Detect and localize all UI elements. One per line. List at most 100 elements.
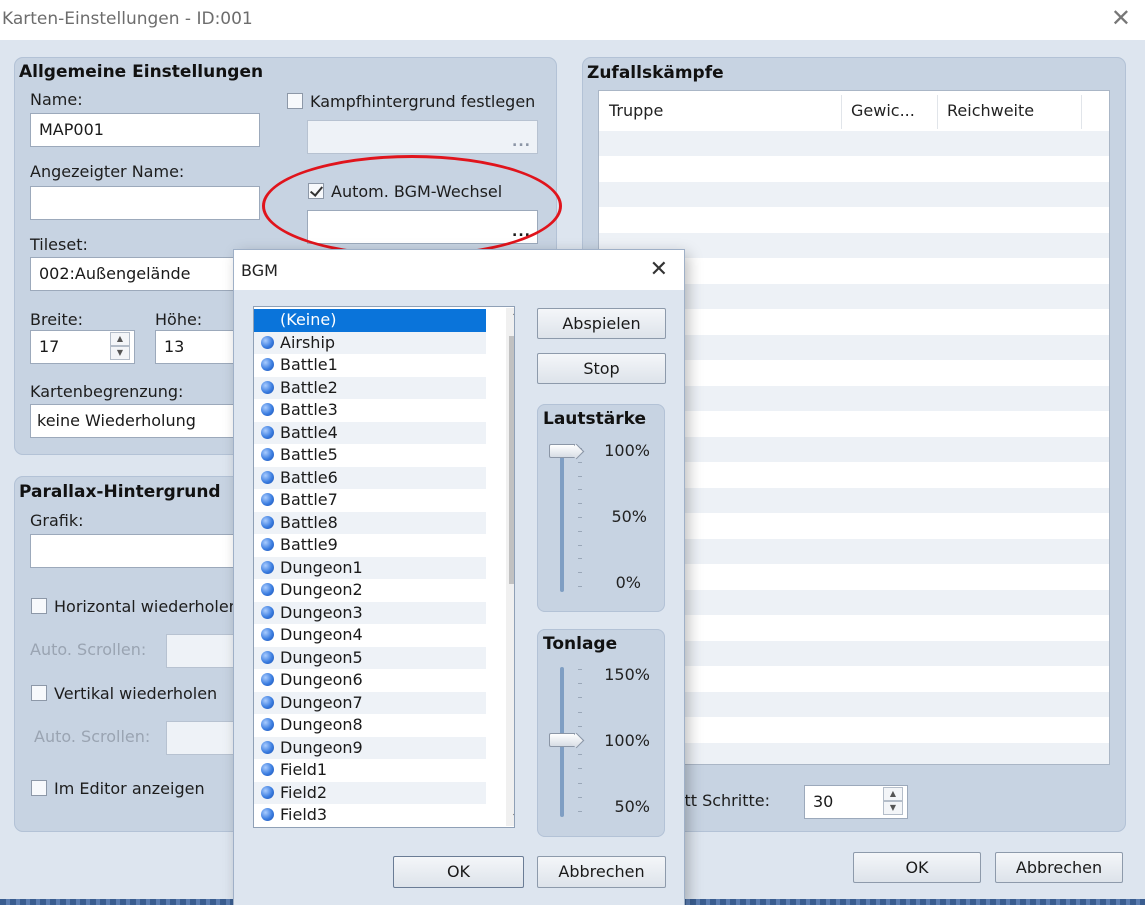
window-title: Karten-Einstellungen - ID:001: [2, 9, 253, 29]
width-spinner[interactable]: ▲ ▼: [110, 332, 130, 362]
audio-file-icon: [261, 673, 274, 686]
column-range[interactable]: Reichweite: [947, 101, 1034, 120]
battleback-checkbox[interactable]: [287, 93, 303, 109]
table-row[interactable]: [599, 182, 1109, 207]
bgm-list-item[interactable]: Dungeon6: [254, 669, 486, 692]
table-row[interactable]: [599, 131, 1109, 156]
spin-down-icon[interactable]: ▼: [110, 346, 130, 360]
volume-slider-thumb[interactable]: [549, 444, 575, 458]
bgm-list-item[interactable]: Field2: [254, 781, 486, 804]
bgm-list-item[interactable]: Dungeon9: [254, 736, 486, 759]
bgm-list-item[interactable]: Battle5: [254, 444, 486, 467]
bgm-item-label: Dungeon7: [280, 692, 363, 712]
battleback-field[interactable]: ...: [307, 120, 538, 154]
encounter-table-header: Truppe Gewic... Reichweite: [599, 91, 1109, 131]
audio-file-icon: [261, 425, 274, 439]
play-button[interactable]: Abspielen: [537, 308, 666, 339]
bgm-list-item[interactable]: Battle3: [254, 399, 486, 422]
bgm-list-item[interactable]: Battle6: [254, 466, 486, 489]
ok-button[interactable]: OK: [853, 852, 981, 883]
bgm-list-item[interactable]: Battle8: [254, 511, 486, 534]
stop-button[interactable]: Stop: [537, 353, 666, 384]
bgm-list-item[interactable]: Dungeon1: [254, 556, 486, 579]
table-row[interactable]: [599, 208, 1109, 233]
bgm-list-item[interactable]: (Keine): [254, 309, 486, 332]
bgm-item-label: Dungeon8: [280, 715, 363, 734]
spin-down-icon[interactable]: ▼: [883, 801, 903, 815]
bgm-list-item[interactable]: Battle2: [254, 376, 486, 399]
display-name-field[interactable]: [30, 186, 260, 220]
general-settings-title: Allgemeine Einstellungen: [19, 62, 264, 82]
bgm-list-item[interactable]: Battle9: [254, 534, 486, 557]
bgm-scrollbar[interactable]: ⌃ ⌄: [506, 308, 514, 826]
loop-vertical-checkbox[interactable]: [31, 685, 47, 701]
bgm-list-item[interactable]: Dungeon7: [254, 691, 486, 714]
cancel-button[interactable]: Abbrechen: [995, 852, 1123, 883]
volume-track[interactable]: [560, 446, 564, 592]
bgm-list-item[interactable]: Battle7: [254, 489, 486, 512]
audio-file-icon: [261, 628, 274, 641]
height-stepper[interactable]: 13: [155, 330, 235, 364]
pitch-slider-thumb[interactable]: [549, 733, 575, 747]
audio-file-icon: [261, 763, 274, 776]
bgm-list[interactable]: (Keine) Airship Battle1 Battle2 Battle3 Battl…: [253, 306, 515, 828]
spin-up-icon[interactable]: ▲: [883, 787, 903, 801]
slider-tick: [578, 811, 582, 812]
bgm-list-item[interactable]: Field3: [254, 804, 486, 827]
scroll-type-select[interactable]: keine Wiederholung: [30, 404, 235, 438]
auto-scroll-h-label: Auto. Scrollen:: [30, 640, 147, 659]
close-icon[interactable]: ✕: [1111, 4, 1131, 32]
encounters-title: Zufallskämpfe: [587, 63, 724, 83]
column-troop[interactable]: Truppe: [609, 101, 663, 120]
scroll-up-icon[interactable]: ⌃: [506, 310, 514, 328]
audio-file-icon: [261, 493, 274, 506]
parallax-title: Parallax-Hintergrund: [19, 482, 221, 502]
height-label: Höhe:: [155, 310, 203, 329]
battleback-browse-icon[interactable]: ...: [512, 135, 531, 149]
audio-file-icon: [261, 470, 274, 484]
loop-horizontal-checkbox[interactable]: [31, 598, 47, 614]
parallax-graphic-field[interactable]: [30, 534, 260, 568]
audio-file-icon: [261, 808, 274, 821]
bgm-list-item[interactable]: Dungeon5: [254, 646, 486, 669]
bgm-list-item[interactable]: Airship: [254, 331, 486, 354]
bgm-item-label: Battle7: [280, 490, 338, 509]
bgm-list-item[interactable]: Field1: [254, 759, 486, 782]
bgm-item-label: Field1: [280, 760, 328, 779]
loop-horizontal-label: Horizontal wiederholen: [54, 597, 239, 616]
bgm-list-item[interactable]: Dungeon2: [254, 579, 486, 602]
show-in-editor-checkbox[interactable]: [31, 780, 47, 796]
table-row[interactable]: [599, 157, 1109, 182]
steps-spinner[interactable]: ▲ ▼: [883, 787, 903, 817]
bgm-item-label: Battle3: [280, 400, 338, 419]
scroll-down-icon[interactable]: ⌄: [506, 804, 514, 822]
bgm-list-item[interactable]: Dungeon8: [254, 714, 486, 737]
bgm-list-item[interactable]: Battle1: [254, 354, 486, 377]
bgm-item-label: Dungeon4: [280, 625, 363, 644]
name-field[interactable]: MAP001: [30, 113, 260, 147]
slider-tick: [578, 544, 582, 546]
slider-tick: [578, 475, 582, 477]
bgm-list-item[interactable]: Dungeon3: [254, 601, 486, 624]
slider-tick: [578, 461, 582, 463]
close-icon[interactable]: ✕: [650, 257, 668, 282]
bgm-item-label: Battle4: [280, 422, 338, 442]
bgm-cancel-button[interactable]: Abbrechen: [537, 856, 666, 888]
show-in-editor-label: Im Editor anzeigen: [54, 779, 205, 798]
bgm-ok-button[interactable]: OK: [393, 856, 524, 888]
spin-up-icon[interactable]: ▲: [110, 332, 130, 346]
width-stepper[interactable]: 17 ▲ ▼: [30, 330, 135, 364]
slider-tick: [578, 530, 582, 532]
bgm-list-item[interactable]: Dungeon4: [254, 624, 486, 647]
slider-tick: [578, 711, 582, 713]
scrollbar-thumb[interactable]: [509, 336, 514, 584]
audio-file-icon: [261, 583, 274, 596]
bgm-list-item[interactable]: Battle4: [254, 421, 486, 444]
column-weight[interactable]: Gewic...: [851, 101, 915, 120]
tileset-select[interactable]: 002:Außengelände: [30, 257, 245, 291]
bgm-item-label: Battle6: [280, 467, 338, 487]
steps-stepper[interactable]: 30 ▲ ▼: [804, 785, 908, 819]
audio-file-icon: [261, 403, 274, 416]
slider-tick: [578, 782, 582, 784]
parallax-group: Parallax-Hintergrund Grafik: Horizontal …: [14, 476, 264, 832]
